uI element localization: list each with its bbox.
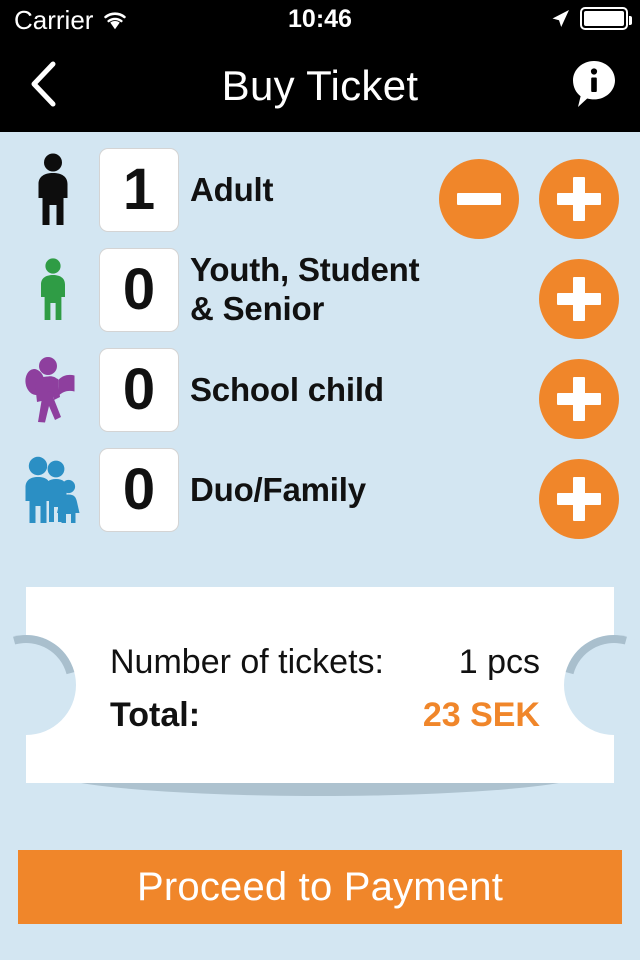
decrement-button-adult[interactable]	[439, 159, 519, 239]
quantity-field-schoolchild[interactable]: 0	[99, 348, 179, 432]
ticket-notch-right-shadow	[545, 616, 640, 754]
clock-label: 10:46	[288, 5, 352, 33]
proceed-to-payment-button[interactable]: Proceed to Payment	[18, 850, 622, 924]
quantity-field-duofamily[interactable]: 0	[99, 448, 179, 532]
ticket-card-body: Number of tickets: 1 pcs Total: 23 SEK	[0, 587, 640, 783]
ticket-label-youth-line1: Youth, Student	[190, 251, 420, 289]
total-value: 23 SEK	[422, 696, 540, 734]
ticket-label-youth-line2: & Senior	[190, 290, 325, 327]
summary-list: Number of tickets: 1 pcs Total: 23 SEK	[110, 643, 540, 735]
status-bar: Carrier 10:46	[0, 0, 640, 40]
ticket-label-duofamily: Duo/Family	[190, 470, 366, 508]
table-row: 0 School child	[0, 340, 640, 440]
ticket-count-value: 1 pcs	[458, 643, 540, 681]
table-row: 0 Duo/Family	[0, 440, 640, 540]
ticket-summary-card: Number of tickets: 1 pcs Total: 23 SEK	[0, 587, 640, 807]
person-adult-icon	[16, 140, 90, 240]
summary-row-total: Total: 23 SEK	[110, 696, 540, 735]
app-screen: Carrier 10:46 Buy Ticket 1 Adult 0 Youth…	[0, 0, 640, 960]
main-content: 1 Adult 0 Youth, Student & Senior 0 Scho…	[0, 132, 640, 960]
battery-full-icon	[580, 7, 632, 30]
total-label: Total:	[110, 696, 201, 734]
person-youth-icon	[16, 240, 90, 340]
increment-button-duofamily[interactable]	[539, 459, 619, 539]
info-button[interactable]	[570, 40, 618, 132]
people-family-icon	[16, 440, 90, 540]
quantity-field-youth[interactable]: 0	[99, 248, 179, 332]
ticket-label-schoolchild: School child	[190, 370, 384, 408]
ticket-type-list: 1 Adult 0 Youth, Student & Senior 0 Scho…	[0, 140, 640, 540]
ticket-label-adult: Adult	[190, 170, 274, 208]
navigation-bar: Buy Ticket	[0, 40, 640, 132]
page-title: Buy Ticket	[221, 62, 419, 109]
summary-row-count: Number of tickets: 1 pcs	[110, 643, 540, 682]
ticket-notch-left-shadow	[0, 616, 95, 754]
table-row: 1 Adult	[0, 140, 640, 240]
location-arrow-icon	[549, 8, 571, 30]
minus-icon	[457, 193, 501, 205]
status-bar-right	[549, 7, 632, 30]
ticket-count-label: Number of tickets:	[110, 643, 384, 681]
table-row: 0 Youth, Student & Senior	[0, 240, 640, 340]
person-schoolchild-icon	[16, 340, 90, 440]
increment-button-adult[interactable]	[539, 159, 619, 239]
quantity-field-adult[interactable]: 1	[99, 148, 179, 232]
info-bubble-icon	[570, 58, 618, 115]
increment-button-youth[interactable]	[539, 259, 619, 339]
increment-button-schoolchild[interactable]	[539, 359, 619, 439]
ticket-label-youth: Youth, Student & Senior	[190, 240, 440, 340]
